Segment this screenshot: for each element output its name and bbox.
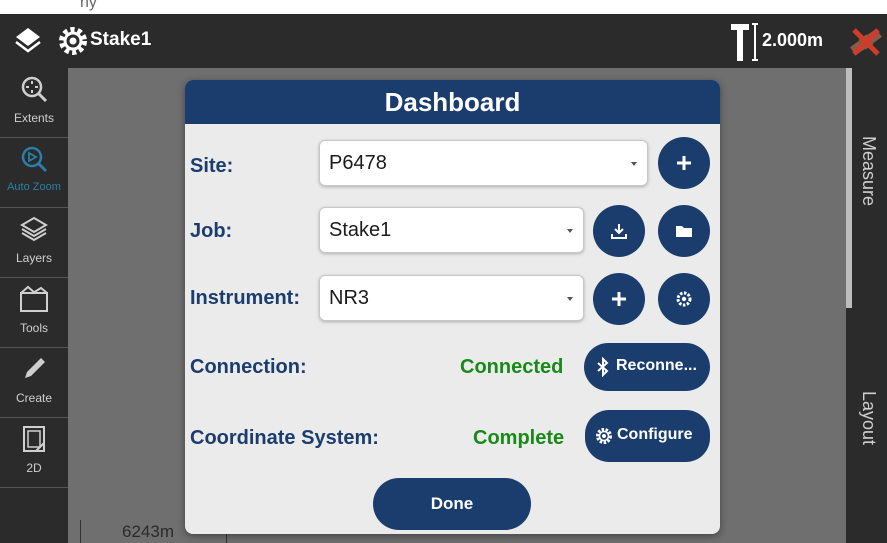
extents-icon	[21, 76, 48, 103]
bluetooth-icon	[597, 357, 609, 377]
top-toolbar: Stake1 2.000m	[0, 14, 887, 68]
dialog-title: Dashboard	[185, 80, 720, 124]
sidebar-item-label: Create	[15, 391, 53, 405]
right-panel: Measure Layout	[846, 68, 887, 543]
layers-app-icon[interactable]	[12, 25, 44, 57]
job-title: Stake1	[90, 29, 152, 50]
sidebar-item-label: Extents	[13, 111, 55, 125]
sidebar-item-label: Auto Zoom	[7, 181, 61, 193]
map-divider	[80, 520, 81, 543]
reconnect-button[interactable]: Reconne...	[584, 343, 710, 391]
2d-view-icon	[23, 426, 45, 452]
pole-height-icon[interactable]	[727, 21, 763, 63]
pole-height-value[interactable]: 2.000m	[762, 30, 823, 51]
download-job-button[interactable]	[593, 205, 645, 257]
coordinate-system-status: Complete	[473, 427, 565, 449]
reconnect-label: Reconne...	[616, 357, 697, 374]
sidebar-item-auto-zoom[interactable]: Auto Zoom	[0, 138, 68, 208]
satellite-disconnected-icon[interactable]	[846, 24, 886, 60]
chevron-down-icon	[631, 162, 637, 166]
job-select[interactable]: Stake1	[319, 207, 584, 253]
map-scale-label: 6243m	[122, 522, 174, 541]
chevron-down-icon	[567, 229, 573, 233]
tools-icon	[20, 285, 48, 312]
instrument-settings-button[interactable]	[658, 273, 710, 325]
top-strip-text: ny	[80, 0, 97, 11]
instrument-value: NR3	[329, 287, 370, 309]
open-job-button[interactable]	[658, 205, 710, 257]
auto-zoom-icon	[21, 146, 48, 173]
job-label: Job:	[190, 220, 233, 242]
left-sidebar: Extents Auto Zoom Layers Tools Create 2D	[0, 68, 68, 543]
plus-icon	[612, 292, 626, 306]
gear-icon	[596, 428, 612, 444]
connection-label: Connection:	[190, 356, 307, 378]
gear-icon	[676, 291, 692, 307]
configure-label: Configure	[617, 426, 693, 443]
tab-layout[interactable]: Layout	[858, 391, 879, 445]
sidebar-item-label: Layers	[15, 251, 53, 265]
folder-icon	[676, 226, 692, 237]
add-site-button[interactable]	[658, 137, 710, 189]
sidebar-item-create[interactable]: Create	[0, 348, 68, 418]
pencil-icon	[25, 358, 45, 378]
right-scrollbar[interactable]	[846, 68, 852, 308]
instrument-select[interactable]: NR3	[319, 275, 584, 321]
sidebar-item-tools[interactable]: Tools	[0, 278, 68, 348]
chevron-down-icon	[567, 297, 573, 301]
job-value: Stake1	[329, 219, 392, 241]
layers-icon	[20, 216, 48, 242]
sidebar-item-label: 2D	[26, 461, 42, 475]
dashboard-dialog: Dashboard Site: P6478 Job: Stake1 Instru…	[185, 80, 720, 534]
configure-button[interactable]: Configure	[585, 410, 710, 462]
gear-icon[interactable]	[56, 24, 90, 58]
site-value: P6478	[329, 152, 387, 174]
sidebar-item-label: Tools	[19, 321, 48, 335]
download-icon	[611, 224, 627, 239]
connection-status: Connected	[460, 356, 564, 378]
site-label: Site:	[190, 155, 234, 177]
done-button[interactable]: Done	[373, 478, 531, 530]
plus-icon	[677, 156, 691, 170]
sidebar-item-2d[interactable]: 2D	[0, 418, 68, 488]
sidebar-item-layers[interactable]: Layers	[0, 208, 68, 278]
top-strip: ny	[0, 0, 887, 14]
tab-measure[interactable]: Measure	[858, 136, 879, 206]
add-instrument-button[interactable]	[593, 273, 645, 325]
instrument-label: Instrument:	[190, 287, 300, 309]
sidebar-item-extents[interactable]: Extents	[0, 68, 68, 138]
site-select[interactable]: P6478	[319, 140, 648, 186]
coordinate-system-label: Coordinate System:	[190, 427, 379, 449]
